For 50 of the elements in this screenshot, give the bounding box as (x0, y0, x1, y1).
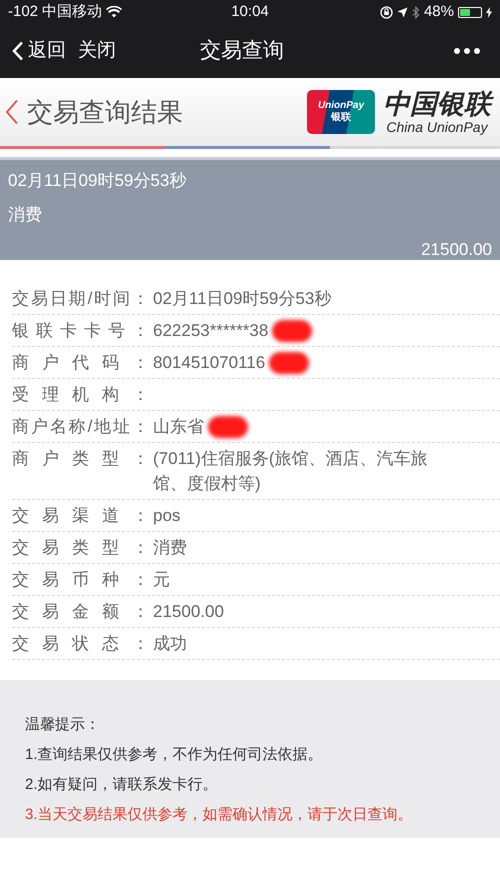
logo-english-name: China UnionPay (386, 120, 488, 134)
field-value: 02月11日09时59分53秒 (153, 288, 332, 310)
field-value: 山东省 (153, 416, 204, 438)
tip-text: 2.如有疑问，请联系发卡行。 (25, 775, 219, 795)
tips-title: 温馨提示： (25, 715, 101, 735)
transaction-type: 消费 (8, 204, 43, 226)
field-value: 21500.00 (153, 601, 224, 623)
back-chevron-icon[interactable] (5, 99, 19, 125)
bluetooth-icon (412, 6, 420, 18)
field-value: 元 (153, 569, 170, 591)
field-label: 商户代码： (12, 352, 150, 374)
field-value: 622253******38 (153, 320, 268, 342)
clock: 10:04 (230, 2, 270, 22)
carrier-name: 中国移动 (42, 2, 102, 22)
field-label: 银联卡卡号： (12, 320, 150, 342)
redaction-mark (208, 416, 248, 438)
field-label: 交易状态： (12, 633, 150, 655)
field-label: 交易类型： (12, 537, 150, 559)
wifi-icon (106, 6, 122, 18)
field-value: pos (153, 505, 180, 527)
field-label: 商户类型： (12, 448, 150, 470)
field-value: 消费 (153, 537, 187, 559)
location-arrow-icon (396, 6, 408, 18)
field-label: 交易渠道： (12, 505, 150, 527)
back-button[interactable]: 返回 (12, 36, 66, 66)
result-title: 交易查询结果 (27, 96, 183, 128)
field-label: 商户名称/地址： (12, 416, 150, 438)
field-label: 交易日期/时间： (12, 288, 150, 310)
signal-strength: -102 (8, 2, 38, 22)
logo-card-text: 银联 (331, 113, 351, 123)
back-chevron-icon (12, 41, 24, 61)
field-label: 交易币种： (12, 569, 150, 591)
redaction-mark (269, 352, 310, 374)
transaction-time: 02月11日09时59分53秒 (8, 170, 188, 192)
battery-percent: 48% (424, 2, 454, 22)
redaction-mark (272, 320, 312, 342)
lock-rotation-icon (380, 6, 393, 18)
field-value: 成功 (153, 633, 187, 655)
field-label: 交易金额： (12, 601, 150, 623)
more-icon[interactable] (454, 48, 480, 54)
page-title: 交易查询 (200, 38, 284, 64)
close-button[interactable]: 关闭 (78, 36, 116, 66)
field-label: 受理机构： (12, 384, 150, 406)
tip-text: 1.查询结果仅供参考，不作为任何司法依据。 (25, 745, 324, 765)
charging-bolt-icon (486, 6, 492, 18)
field-value: 801451070116 (153, 352, 266, 374)
transaction-amount: 21500.00 (421, 239, 492, 261)
field-value: (7011)住宿服务(旅馆、酒店、汽车旅馆、度假村等) (153, 448, 429, 495)
tip-text: 3.当天交易结果仅供参考，如需确认情况，请于次日查询。 (25, 805, 414, 825)
battery-icon (458, 6, 482, 18)
